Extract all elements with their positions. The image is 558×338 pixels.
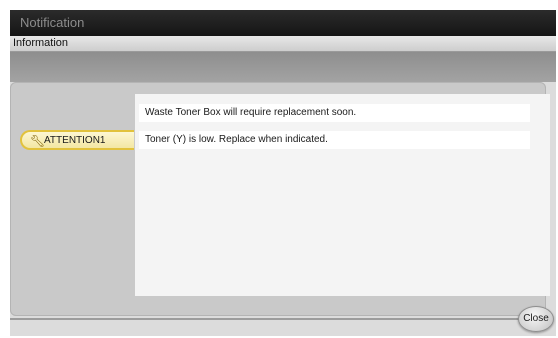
attention-tab[interactable]: 🔧︎ ATTENTION1 (20, 130, 134, 150)
message-item: Waste Toner Box will require replacement… (139, 104, 530, 122)
information-label: Information (13, 37, 69, 49)
notification-screen: Notification Information Waste Toner Box… (10, 10, 556, 336)
close-button-label: Close (523, 313, 549, 324)
wrench-icon: 🔧︎ (30, 134, 46, 148)
message-item: Toner (Y) is low. Replace when indicated… (139, 131, 530, 149)
header-band (10, 52, 556, 82)
divider (10, 318, 530, 320)
attention-tab-label: ATTENTION1 (44, 135, 106, 146)
information-bar: Information (10, 36, 556, 52)
title-bar: Notification (10, 10, 556, 36)
window-title: Notification (20, 15, 85, 30)
close-button[interactable]: Close (518, 306, 554, 332)
message-list: Waste Toner Box will require replacement… (135, 94, 550, 296)
